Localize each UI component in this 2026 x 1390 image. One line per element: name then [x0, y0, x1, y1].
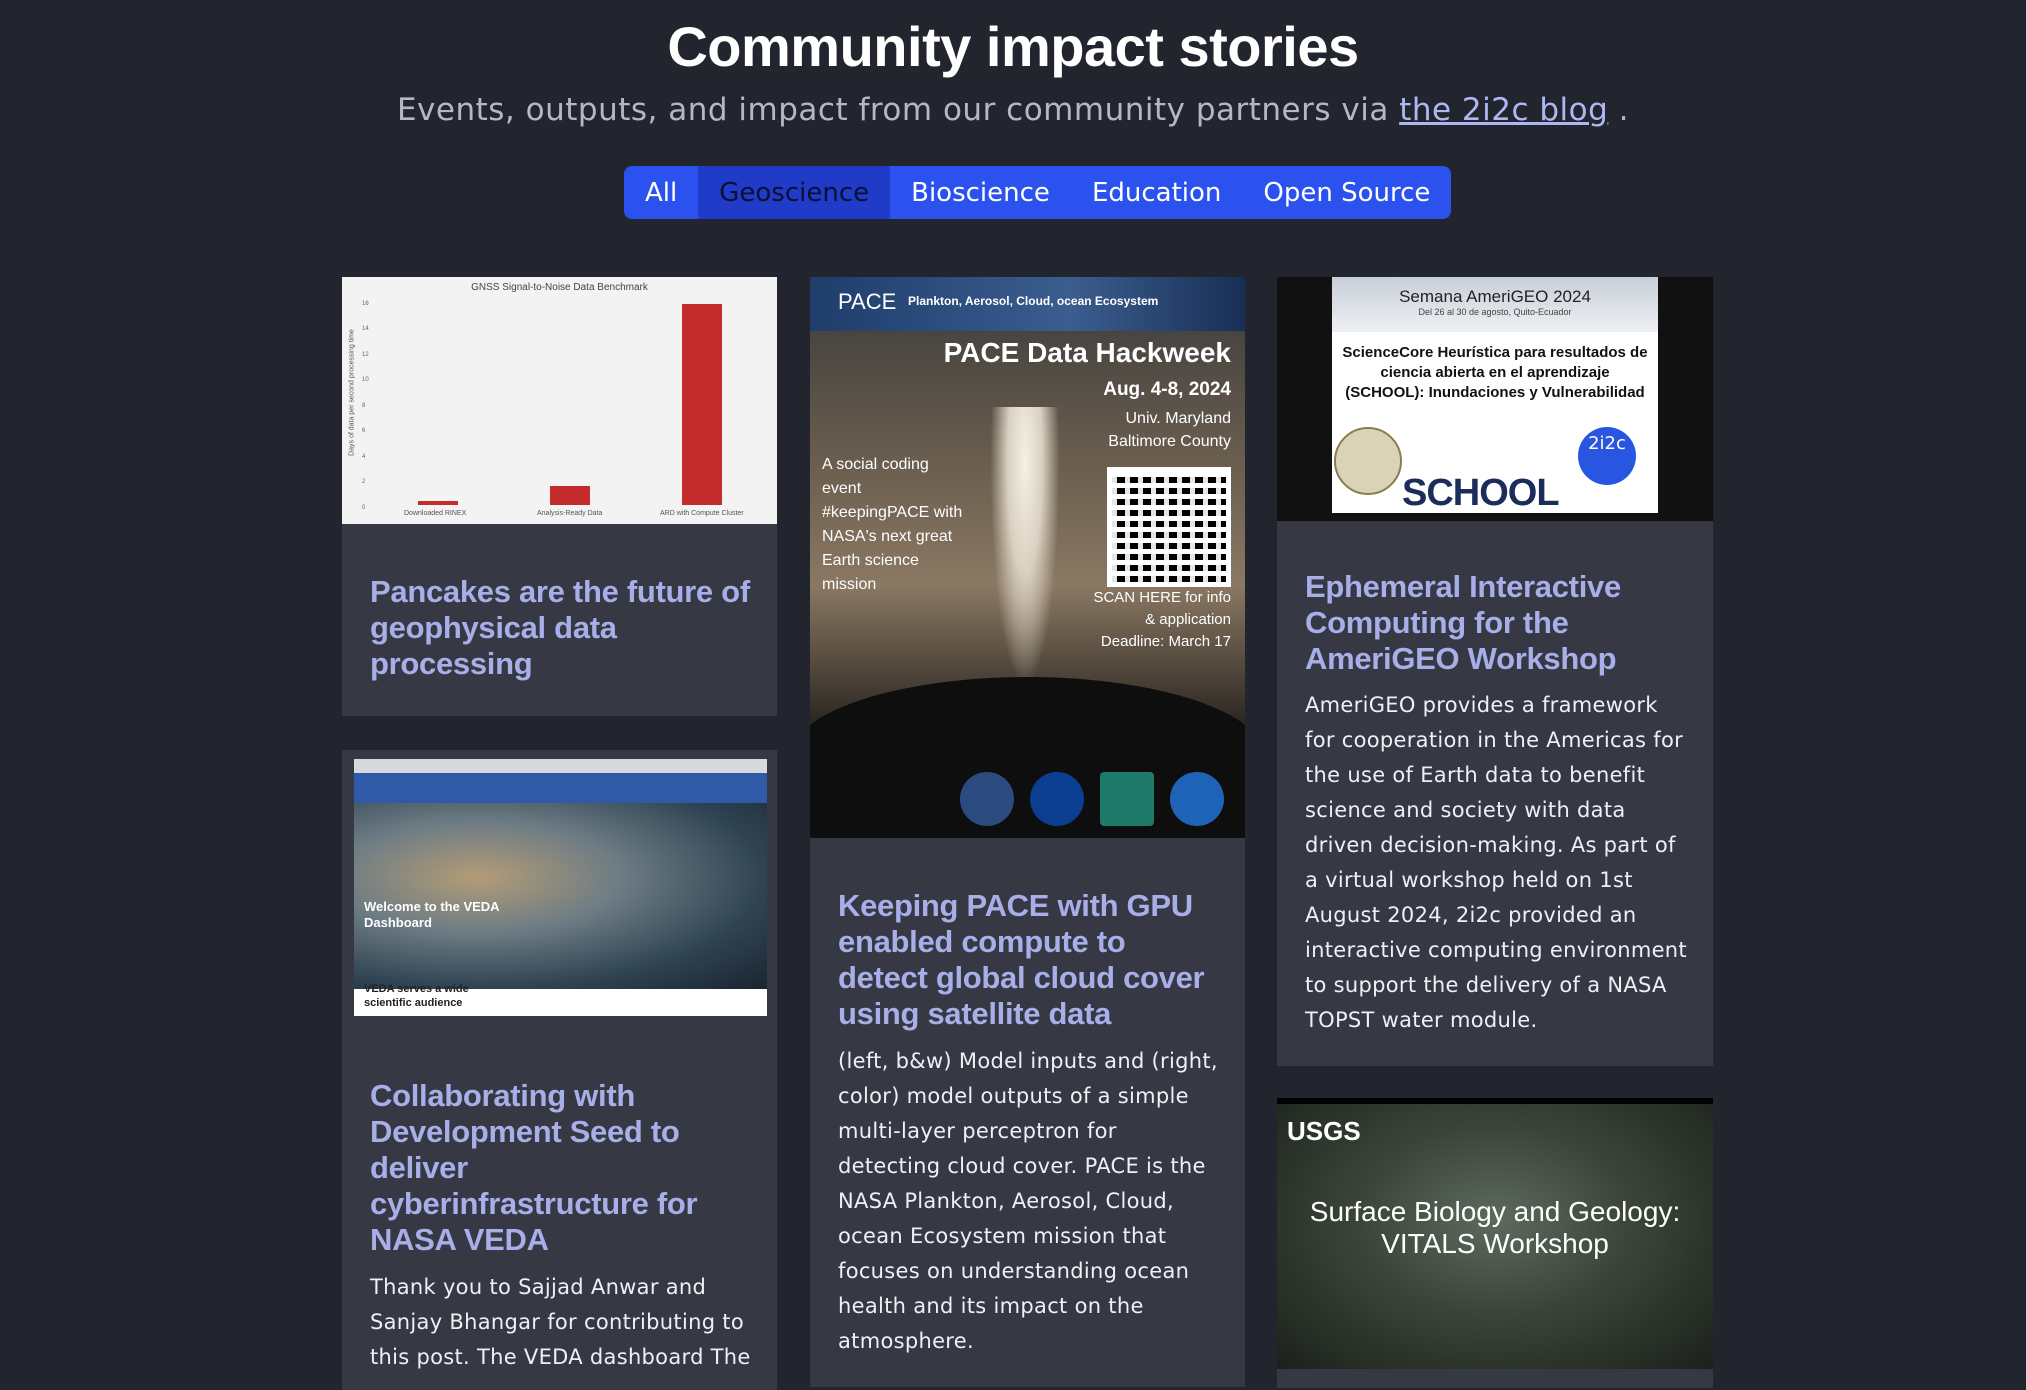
subtitle-period: .	[1608, 92, 1630, 128]
usgs-vitals-image: USGS Surface Biology and Geology: VITALS…	[1277, 1098, 1713, 1369]
nsf-logo-icon	[1170, 772, 1224, 826]
amerigeo-slide-image: Semana AmeriGEO 2024 Del 26 al 30 de ago…	[1277, 277, 1713, 521]
rocket-plume	[990, 407, 1060, 687]
2i2c-logo-icon: 2i2c	[1578, 427, 1636, 485]
story-card-veda[interactable]: Welcome to the VEDA Dashboard VEDA serve…	[342, 750, 777, 1390]
tab-bioscience[interactable]: Bioscience	[890, 166, 1071, 219]
benchmark-chart-image: GNSS Signal-to-Noise Data Benchmark Days…	[342, 277, 777, 524]
blog-link[interactable]: the 2i2c blog	[1399, 92, 1608, 128]
veda-hero	[354, 803, 767, 989]
tick: 4	[362, 454, 366, 460]
card-body: Thank you to Sajjad Anwar and Sanjay Bha…	[370, 1275, 751, 1369]
chart-xlabel: ARD with Compute Cluster	[660, 510, 744, 517]
card-title[interactable]: Collaborating with Development Seed to d…	[370, 1078, 753, 1258]
subtitle-text: Events, outputs, and impact from our com…	[396, 92, 1400, 128]
poster-scan-text: SCAN HERE for info & application Deadlin…	[1093, 589, 1231, 650]
tick: 16	[362, 301, 369, 307]
veda-nav	[354, 773, 767, 803]
card-title[interactable]: Keeping PACE with GPU enabled compute to…	[838, 888, 1221, 1032]
chart-bar	[682, 303, 722, 505]
vitals-slide-title: Surface Biology and Geology: VITALS Work…	[1309, 1196, 1681, 1259]
pace-hackweek-poster: Plankton, Aerosol, Cloud, ocean Ecosyste…	[810, 277, 1245, 838]
browser-chrome	[354, 759, 767, 773]
page-subtitle: Events, outputs, and impact from our com…	[0, 92, 2026, 128]
tick: 14	[362, 326, 369, 332]
pace-logo: PACE	[838, 289, 897, 314]
nasa-logo-icon	[1030, 772, 1084, 826]
page-title: Community impact stories	[667, 15, 1359, 78]
slide-title: ScienceCore Heurística para resultados d…	[1342, 344, 1648, 401]
veda-hero-text: Welcome to the VEDA Dashboard	[364, 899, 500, 930]
slide-header: Semana AmeriGEO 2024 Del 26 al 30 de ago…	[1332, 277, 1658, 332]
chart-bar	[550, 485, 590, 505]
card-body: (left, b&w) Model inputs and (right, col…	[838, 1049, 1218, 1353]
poster-headline: PACE Data Hackweek	[943, 337, 1231, 368]
tab-geoscience[interactable]: Geoscience	[698, 166, 891, 219]
veda-lower-text: VEDA serves a wide scientific audience	[364, 983, 469, 1009]
image-top-strip	[1277, 1098, 1713, 1104]
tab-all[interactable]: All	[624, 166, 698, 219]
category-filter-tabs: All Geoscience Bioscience Education Open…	[624, 166, 1452, 219]
school-wordmark: SCHOOL	[1402, 472, 1560, 514]
banner-text: Plankton, Aerosol, Cloud, ocean Ecosyste…	[908, 294, 1159, 308]
tab-open-source[interactable]: Open Source	[1242, 166, 1451, 219]
story-card-usgs[interactable]: USGS Surface Biology and Geology: VITALS…	[1277, 1098, 1713, 1388]
seal-icon	[1334, 427, 1402, 495]
tick: 0	[362, 505, 366, 511]
tick: 2	[362, 479, 366, 485]
tab-education[interactable]: Education	[1071, 166, 1242, 219]
tick: 8	[362, 403, 366, 409]
chart-xlabel: Analysis-Ready Data	[537, 510, 603, 517]
chart-title: GNSS Signal-to-Noise Data Benchmark	[471, 282, 648, 293]
card-body: AmeriGEO provides a framework for cooper…	[1305, 693, 1687, 1032]
chart-xlabel: Downloaded RINEX	[404, 510, 467, 517]
card-title[interactable]: Pancakes are the future of geophysical d…	[370, 574, 753, 682]
tick: 12	[362, 352, 369, 358]
slide: Semana AmeriGEO 2024 Del 26 al 30 de ago…	[1332, 277, 1658, 514]
story-card-pancakes[interactable]: GNSS Signal-to-Noise Data Benchmark Days…	[342, 277, 777, 716]
slide-header-title: Semana AmeriGEO 2024	[1399, 287, 1591, 306]
chart-bar	[418, 501, 458, 505]
story-card-amerigeo[interactable]: Semana AmeriGEO 2024 Del 26 al 30 de ago…	[1277, 277, 1713, 1066]
card-title[interactable]: Ephemeral Interactive Computing for the …	[1305, 569, 1689, 677]
usgs-logo: USGS	[1287, 1116, 1361, 1146]
poster-dates: Aug. 4-8, 2024	[1103, 379, 1231, 400]
qr-code-pattern	[1112, 472, 1226, 582]
tick: 10	[362, 377, 369, 383]
poster-tagline: A social coding event #keepingPACE with …	[822, 456, 963, 593]
poster-location: Univ. Maryland Baltimore County	[1108, 410, 1231, 450]
veda-dashboard-image: Welcome to the VEDA Dashboard VEDA serve…	[354, 759, 767, 1016]
tick: 6	[362, 428, 366, 434]
chart-ylabel: Days of data per second processing time	[348, 329, 356, 456]
slide-header-sub: Del 26 al 30 de agosto, Quito-Ecuador	[1418, 307, 1572, 317]
pace-triangle-icon	[1100, 772, 1154, 826]
story-card-pace[interactable]: Plankton, Aerosol, Cloud, ocean Ecosyste…	[810, 277, 1245, 1387]
ocb-logo-icon	[960, 772, 1014, 826]
